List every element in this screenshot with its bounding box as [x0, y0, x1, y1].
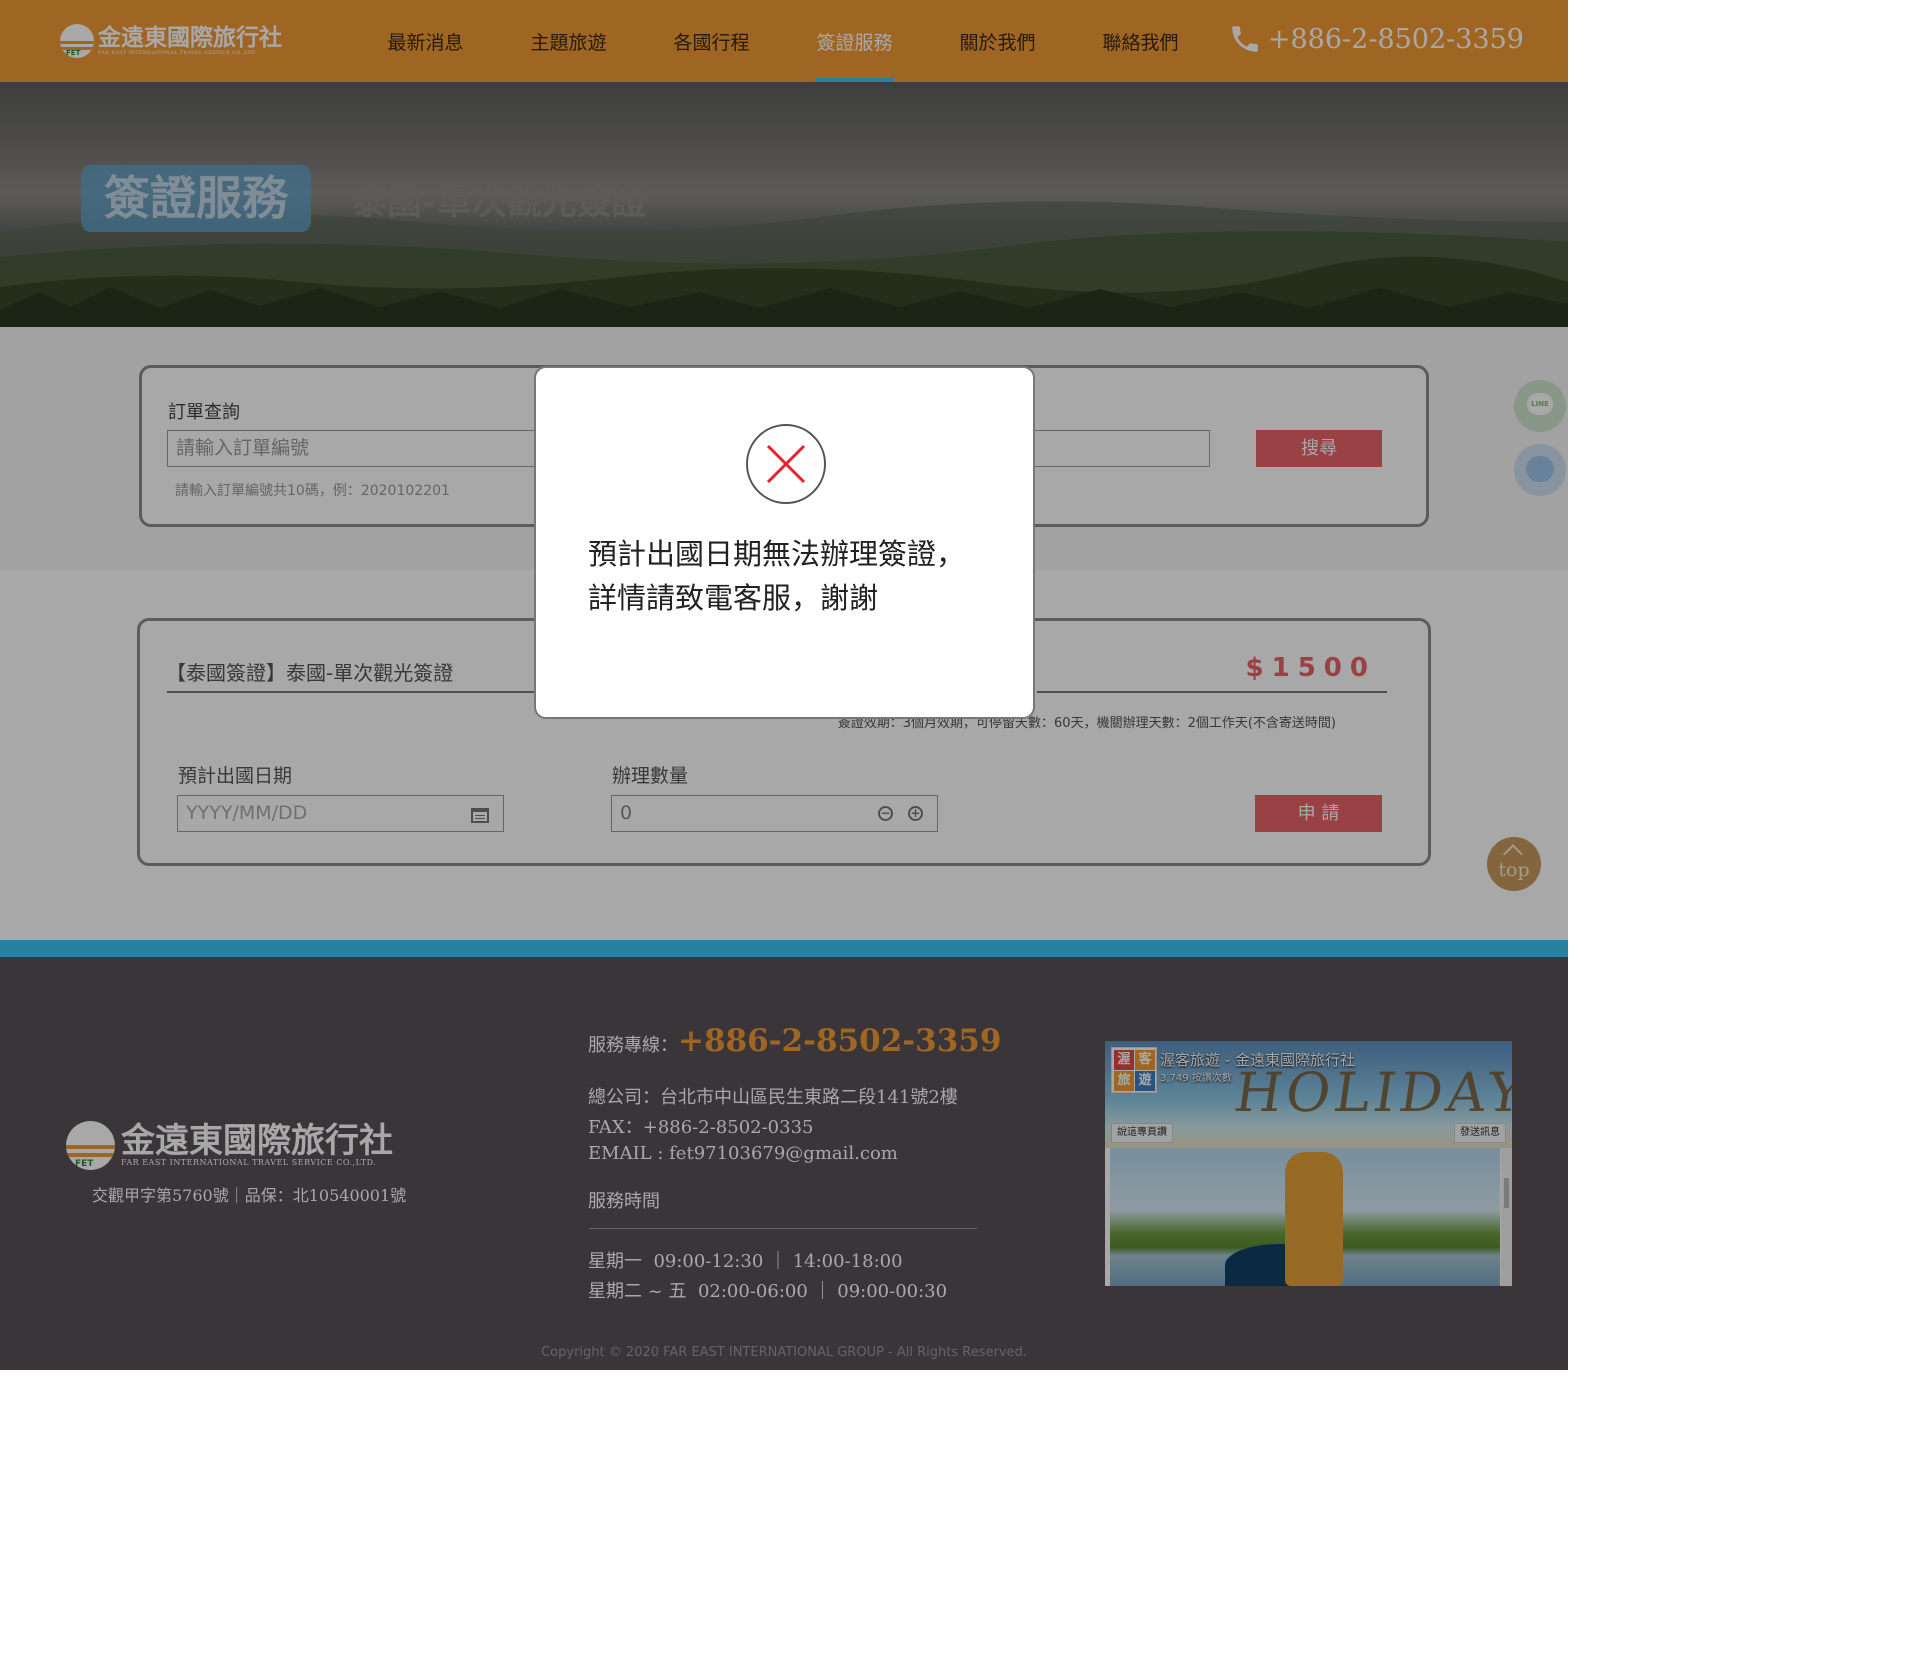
error-message: 預計出國日期無法辦理簽證，詳情請致電客服，謝謝	[588, 537, 966, 615]
error-dialog: 預計出國日期無法辦理簽證，詳情請致電客服，謝謝	[534, 366, 1035, 719]
error-icon	[746, 424, 826, 504]
